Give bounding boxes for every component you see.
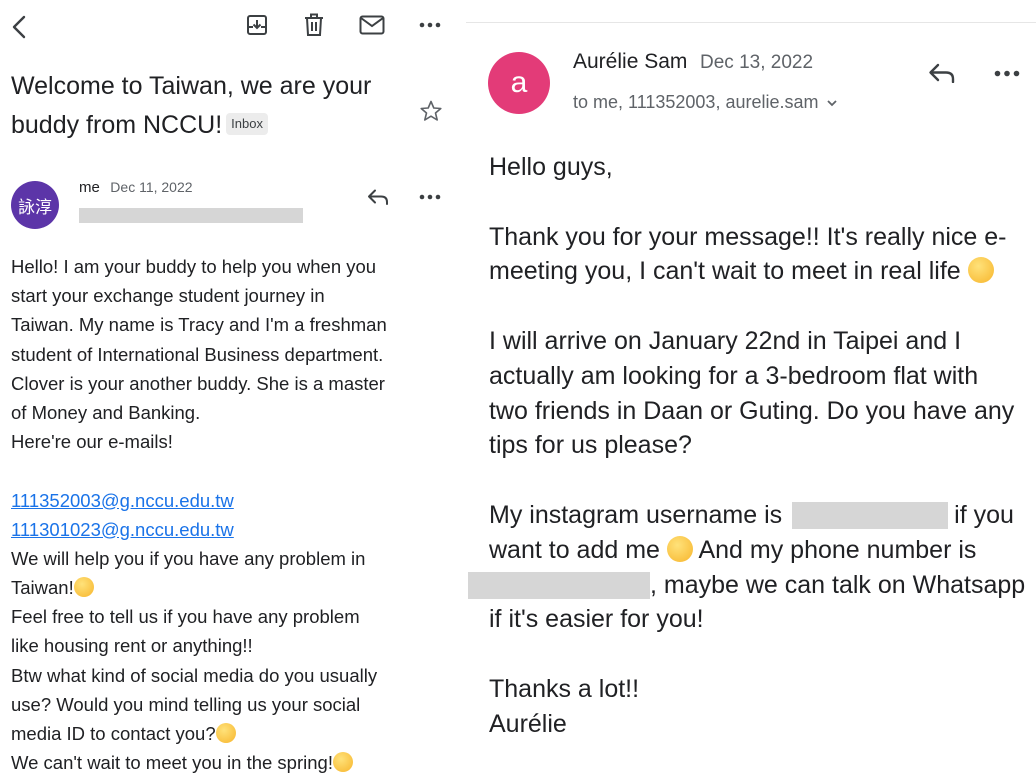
star-icon[interactable]: [416, 96, 446, 126]
body-line: if it's easier for you!: [489, 605, 704, 634]
body-line: of Money and Banking.: [11, 401, 201, 423]
body-line: start your exchange student journey in: [11, 285, 325, 307]
body-line: like housing rent or anything!!: [11, 635, 253, 657]
recipients-toggle[interactable]: to me, 111352003, aurelie.sam: [573, 92, 838, 113]
recipients-text: to me, 111352003, aurelie.sam: [573, 92, 819, 112]
body-line: I will arrive on January 22nd in Taipei …: [489, 326, 962, 355]
avatar[interactable]: 詠淳: [11, 181, 59, 229]
body-line: media ID to contact you?: [11, 723, 216, 744]
body-line: Hello! I am your buddy to help you when …: [11, 256, 377, 277]
body-line: Clover is your another buddy. She is a m…: [11, 372, 385, 394]
body-line: tips for us please?: [489, 431, 692, 460]
sender-name: Aurélie Sam: [573, 50, 688, 73]
message-more-icon[interactable]: [414, 184, 446, 210]
body-line: Thank you for your message!! It's really…: [489, 222, 1007, 251]
email-subject: Welcome to Taiwan, we are your buddy fro…: [11, 67, 381, 145]
body-line: Taiwan. My name is Tracy and I'm a fresh…: [11, 314, 387, 336]
reply-icon[interactable]: [364, 184, 392, 210]
more-options-icon[interactable]: [990, 60, 1024, 86]
sender-date: Dec 13, 2022: [700, 52, 814, 73]
body-line: actually am looking for a 3-bedroom flat…: [489, 361, 979, 390]
message-body: Hello guys, Thank you for your message!!…: [468, 150, 1034, 742]
subject-text: Welcome to Taiwan, we are your buddy fro…: [11, 72, 372, 139]
trash-icon[interactable]: [299, 10, 329, 40]
smiling-emoji-icon: [967, 257, 994, 284]
closing: Thanks a lot!!: [489, 674, 640, 703]
inbox-label[interactable]: Inbox: [226, 113, 268, 136]
sender-name: me: [79, 179, 100, 196]
body-line: My instagram username is: [489, 500, 783, 529]
redacted-recipients: [79, 208, 303, 223]
body-line: meeting you, I can't wait to meet in rea…: [489, 257, 961, 286]
divider: [466, 22, 1036, 23]
greeting: Hello guys,: [489, 153, 613, 181]
grinning-emoji-icon: [332, 752, 353, 773]
reply-icon[interactable]: [924, 58, 960, 88]
body-line: Btw what kind of social media do you usu…: [11, 664, 378, 686]
grinning-emoji-icon: [73, 577, 94, 598]
blush-emoji-icon: [666, 535, 693, 562]
body-line: And my phone number is: [698, 535, 977, 564]
redacted-phone: [468, 571, 650, 599]
left-email-pane: Welcome to Taiwan, we are your buddy fro…: [0, 0, 455, 773]
body-line: , maybe we can talk on Whatsapp: [650, 570, 1026, 599]
archive-icon[interactable]: [242, 10, 272, 40]
body-line: We will help you if you have any problem…: [11, 547, 366, 569]
signature: Aurélie: [489, 709, 567, 738]
message-body: Hello! I am your buddy to help you when …: [11, 252, 451, 777]
back-arrow-icon[interactable]: [4, 12, 34, 42]
body-line: Here're our e-mails!: [11, 431, 173, 453]
email-link-1[interactable]: 111352003@g.nccu.edu.tw: [11, 490, 234, 511]
body-line: two friends in Daan or Guting. Do you ha…: [489, 396, 1015, 425]
body-line: student of International Business depart…: [11, 343, 384, 365]
sender-date: Dec 11, 2022: [110, 179, 193, 195]
body-line: use? Would you mind telling us your soci…: [11, 693, 361, 715]
body-line: if you: [954, 500, 1014, 529]
redacted-username: [792, 501, 949, 529]
body-line: want to add me: [489, 535, 660, 564]
smiley-emoji-icon: [215, 723, 236, 743]
sender-line: me Dec 11, 2022: [79, 179, 193, 197]
chevron-down-icon: [826, 92, 838, 113]
body-line: We can't wait to meet you in the spring!: [11, 752, 333, 774]
more-options-icon[interactable]: [414, 10, 446, 40]
avatar[interactable]: a: [488, 52, 550, 114]
body-line: Feel free to tell us if you have any pro…: [11, 606, 360, 628]
email-link-2[interactable]: 111301023@g.nccu.edu.tw: [11, 519, 234, 540]
mail-unread-icon[interactable]: [356, 10, 388, 40]
body-line: Taiwan!: [11, 577, 74, 599]
